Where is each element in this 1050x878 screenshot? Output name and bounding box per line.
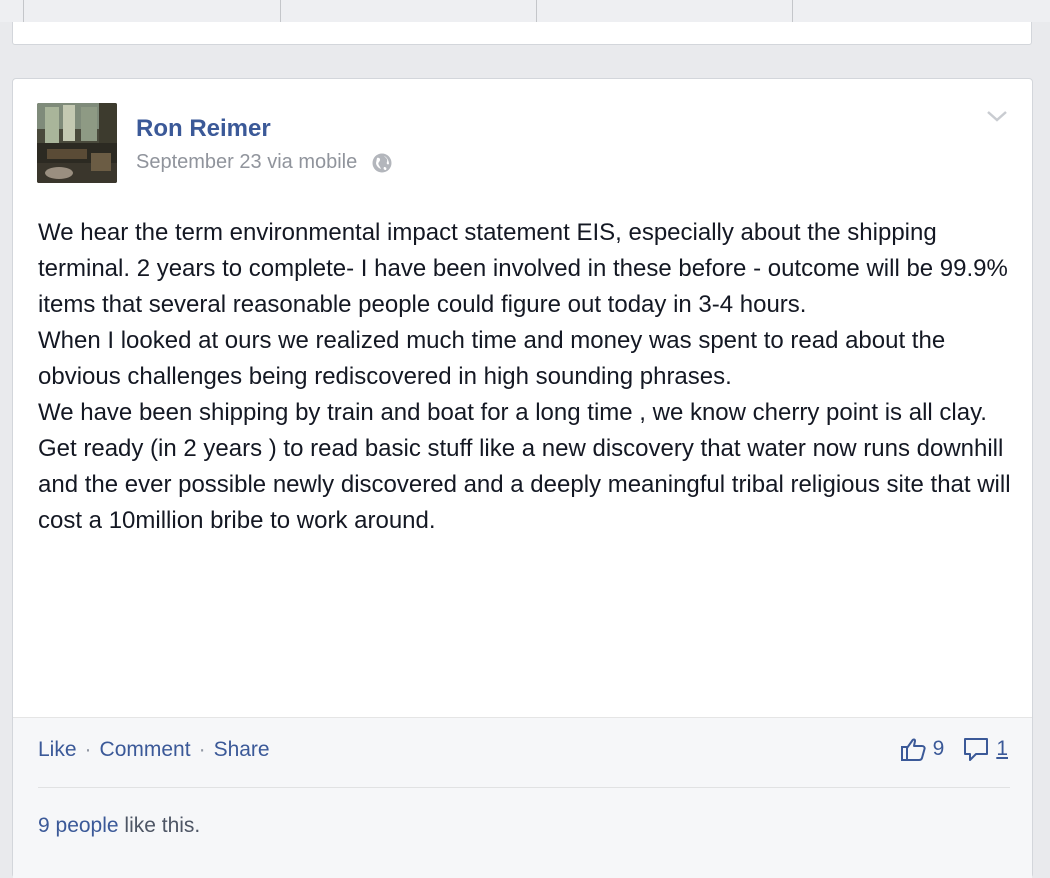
likers-link[interactable]: 9 people <box>38 814 119 837</box>
top-tab[interactable] <box>281 0 537 22</box>
post-meta: September 23 via mobile <box>136 151 393 174</box>
likes-divider <box>38 787 1010 788</box>
post-message: We hear the term environmental impact st… <box>38 215 1018 539</box>
globe-icon[interactable] <box>371 152 393 174</box>
top-tab-strip <box>0 0 1050 22</box>
like-link[interactable]: Like <box>38 738 77 761</box>
post-paragraph: We hear the term environmental impact st… <box>38 219 1015 318</box>
action-separator: · <box>84 738 92 761</box>
post-paragraph: We have been shipping by train and boat … <box>38 399 987 426</box>
like-count[interactable]: 9 <box>933 737 945 761</box>
author-name[interactable]: Ron Reimer <box>136 115 271 143</box>
action-separator: · <box>198 738 206 761</box>
top-tab[interactable] <box>537 0 793 22</box>
top-tab[interactable] <box>24 0 281 22</box>
share-link[interactable]: Share <box>214 738 270 761</box>
comment-count[interactable]: 1 <box>996 737 1008 761</box>
avatar[interactable] <box>37 103 117 183</box>
post-card: Ron Reimer September 23 via mobile We he… <box>12 78 1033 878</box>
post-paragraph: When I looked at ours we realized much t… <box>38 327 952 390</box>
top-tab[interactable] <box>793 0 1050 22</box>
post-counts: 9 1 <box>899 735 1008 763</box>
thumbs-up-icon[interactable] <box>899 735 927 763</box>
likes-summary: 9 people like this. <box>38 814 200 838</box>
likes-summary-text: like this. <box>118 814 201 837</box>
comment-bubble-icon[interactable] <box>962 735 990 763</box>
post-paragraph: Get ready (in 2 years ) to read basic st… <box>38 435 1018 534</box>
comment-link[interactable]: Comment <box>100 738 191 761</box>
post-timestamp[interactable]: September 23 via mobile <box>136 151 357 174</box>
chevron-down-icon[interactable] <box>986 109 1008 123</box>
top-tab[interactable] <box>0 0 24 22</box>
post-actions: Like · Comment · Share <box>38 738 270 762</box>
